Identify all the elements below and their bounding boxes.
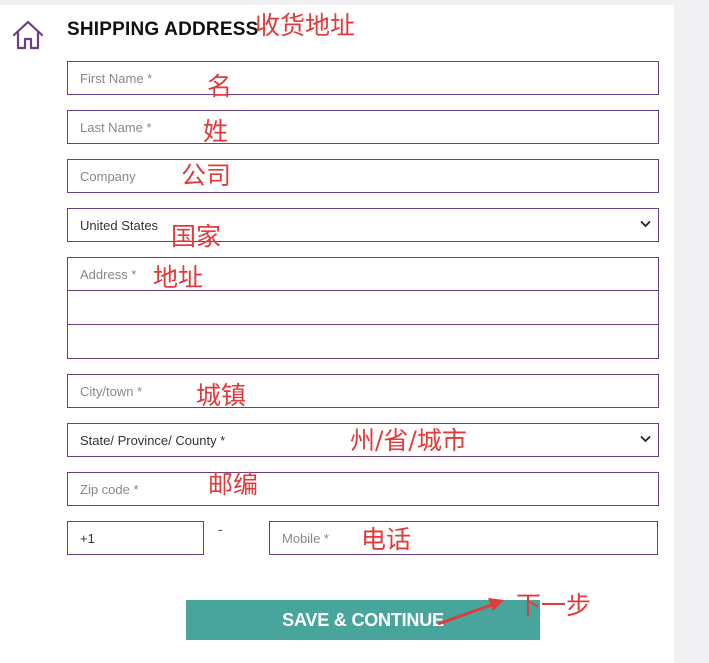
last-name-placeholder: Last Name * — [80, 119, 152, 135]
annotation-first-name: 名 — [207, 72, 233, 101]
state-selected-value: State/ Province/ County * — [80, 432, 226, 448]
address-line-3-field[interactable] — [67, 324, 659, 359]
home-icon[interactable] — [11, 19, 45, 51]
chevron-down-icon — [640, 220, 651, 228]
last-name-field[interactable]: Last Name * — [67, 110, 659, 144]
phone-country-code-value: +1 — [80, 530, 95, 546]
zip-code-field[interactable]: Zip code * — [67, 472, 659, 506]
company-field[interactable]: Company — [67, 159, 659, 193]
annotation-shipping-address: 收货地址 — [255, 11, 356, 40]
save-and-continue-button[interactable]: SAVE & CONTINUE — [186, 600, 540, 640]
annotation-last-name: 姓 — [203, 117, 229, 146]
company-placeholder: Company — [80, 168, 136, 184]
city-placeholder: City/town * — [80, 383, 143, 399]
annotation-state: 州/省/城市 — [350, 426, 467, 455]
first-name-placeholder: First Name * — [80, 70, 153, 86]
first-name-field[interactable]: First Name * — [67, 61, 659, 95]
mobile-field[interactable]: Mobile * — [269, 521, 658, 555]
chevron-down-icon — [640, 435, 651, 443]
annotation-city: 城镇 — [196, 381, 247, 410]
annotation-mobile: 电话 — [361, 525, 412, 554]
country-selected-value: United States — [80, 217, 159, 233]
address-placeholder: Address * — [80, 266, 137, 282]
phone-country-code-field[interactable]: +1 — [67, 521, 204, 555]
city-field[interactable]: City/town * — [67, 374, 659, 408]
annotation-next-step: 下一步 — [516, 591, 592, 620]
annotation-zip: 邮编 — [208, 470, 259, 499]
country-select[interactable]: United States — [67, 208, 659, 242]
address-line-2-field[interactable] — [67, 290, 659, 325]
zip-placeholder: Zip code * — [80, 481, 139, 497]
annotation-company: 公司 — [181, 161, 232, 190]
phone-separator: - — [218, 521, 223, 537]
mobile-placeholder: Mobile * — [282, 530, 329, 546]
annotation-address: 地址 — [153, 263, 204, 292]
annotation-country: 国家 — [171, 222, 222, 251]
page-title: SHIPPING ADDRESS — [67, 19, 259, 40]
